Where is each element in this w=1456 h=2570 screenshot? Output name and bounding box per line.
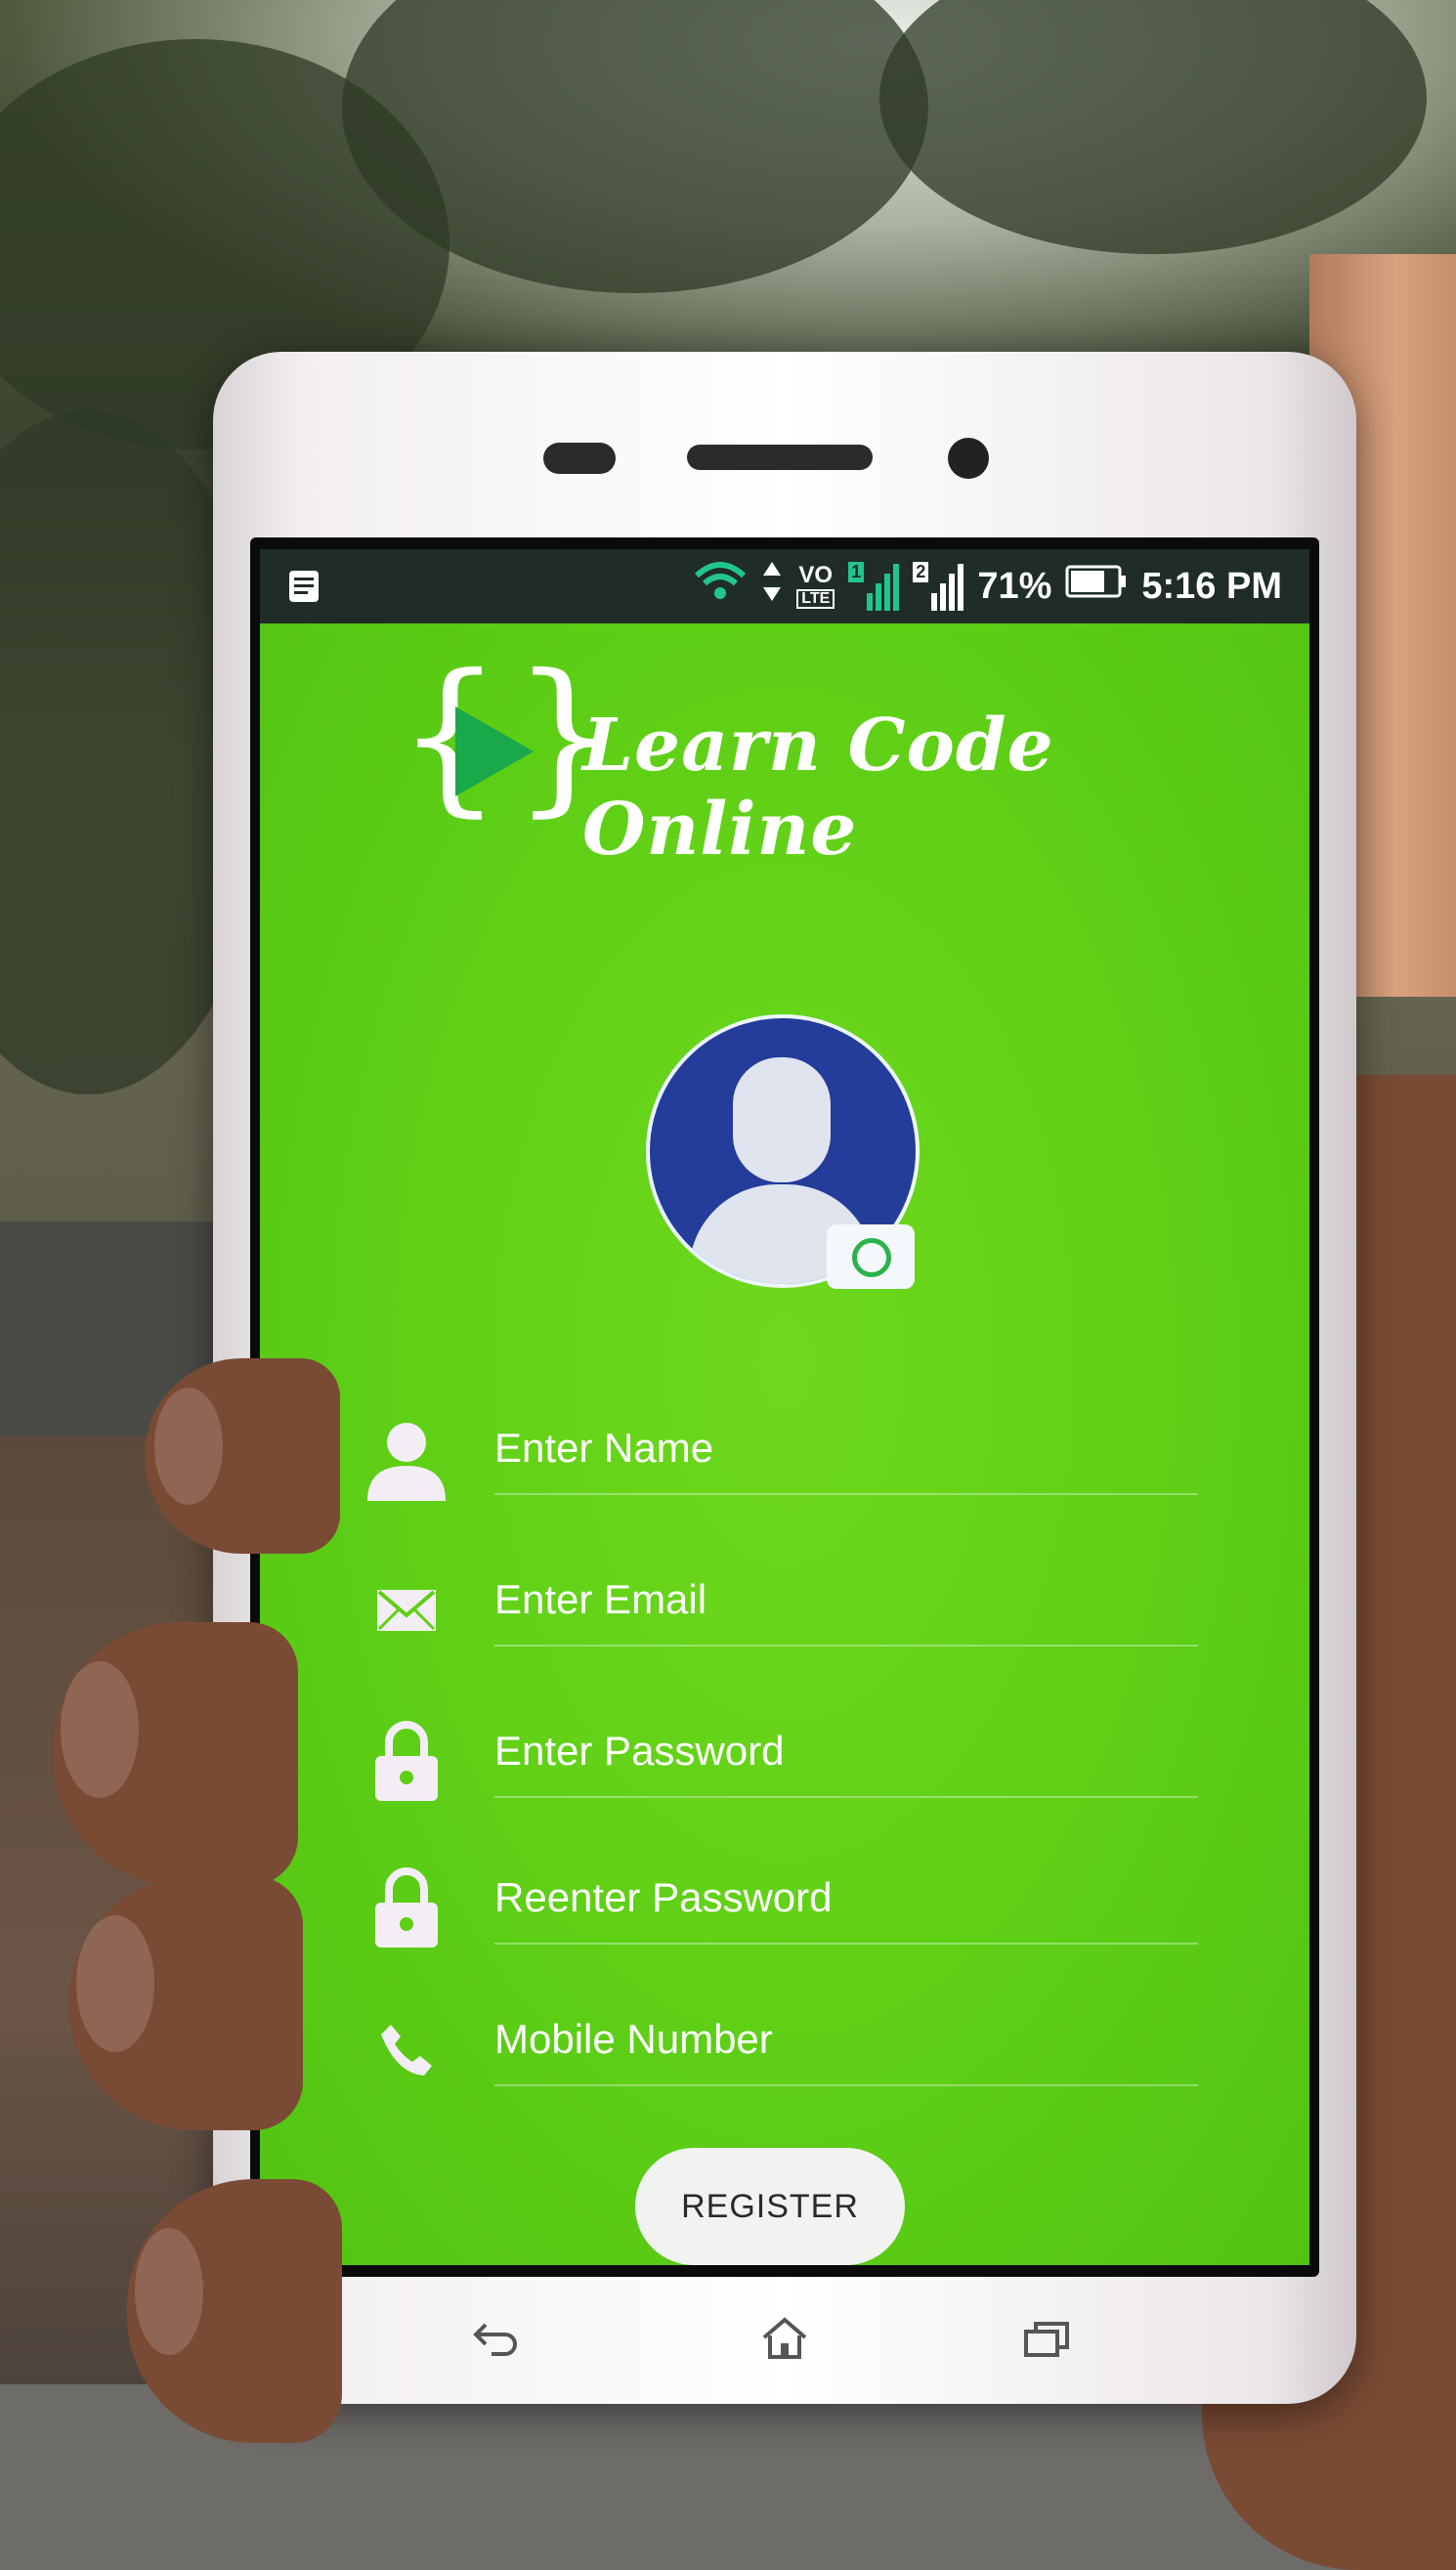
input-underline [494,1943,1198,1945]
mobile-input[interactable]: Mobile Number [494,2016,773,2063]
battery-percent: 71% [977,565,1052,607]
navigation-bar [213,2277,1356,2404]
front-camera [948,438,989,479]
input-underline [494,1796,1198,1798]
password-input[interactable]: Enter Password [494,1728,784,1775]
battery-icon [1065,563,1128,610]
mobile-field[interactable]: Mobile Number [260,1987,1309,2104]
name-field[interactable]: Enter Name [260,1395,1309,1513]
input-underline [494,1493,1198,1495]
password-field[interactable]: Enter Password [260,1698,1309,1816]
reenter-password-input[interactable]: Reenter Password [494,1874,833,1921]
person-icon [363,1415,450,1503]
avatar-picker[interactable] [646,1014,920,1289]
phone-icon [363,2006,450,2094]
status-bar: VO LTE 1 2 71% 5:16 PM [260,549,1309,623]
recents-icon[interactable] [1003,2294,1091,2382]
app-logo: { } Learn Code Online [397,653,1178,872]
status-icons: VO LTE 1 2 71% 5:16 PM [693,549,1282,623]
home-icon[interactable] [741,2294,829,2382]
signal-sim2-icon: 2 [913,562,964,611]
fingernail [61,1661,139,1798]
back-icon[interactable] [452,2294,540,2382]
email-field[interactable]: Enter Email [260,1547,1309,1664]
clock: 5:16 PM [1141,565,1282,607]
phone-screen: VO LTE 1 2 71% 5:16 PM {} Learn Code On… [250,537,1319,2277]
volte-badge: VO LTE [796,564,835,609]
fingernail [76,1915,154,2052]
name-input[interactable]: Enter Name [494,1425,713,1472]
input-underline [494,2084,1198,2086]
reenter-password-field[interactable]: Reenter Password [260,1845,1309,1962]
phone: VO LTE 1 2 71% 5:16 PM {} Learn Code On… [213,352,1356,2404]
logo-text: Learn Code Online [582,704,1054,872]
earpiece-speaker [687,445,873,470]
registration-screen: { } Learn Code Online Enter Name Enter E… [260,623,1309,2265]
register-button[interactable]: REGISTER [635,2148,905,2265]
data-arrows-icon [761,560,783,613]
proximity-sensor [543,443,616,474]
camera-rotate-icon[interactable] [827,1224,915,1289]
notes-icon [285,567,324,606]
fingernail [135,2228,203,2355]
lock-icon [363,1718,450,1806]
signal-sim1-icon: 1 [848,562,900,611]
input-underline [494,1645,1198,1647]
fingernail [154,1388,223,1505]
wifi-icon [693,560,748,613]
envelope-icon [363,1566,450,1654]
lock-icon [363,1864,450,1952]
email-input[interactable]: Enter Email [494,1576,707,1623]
